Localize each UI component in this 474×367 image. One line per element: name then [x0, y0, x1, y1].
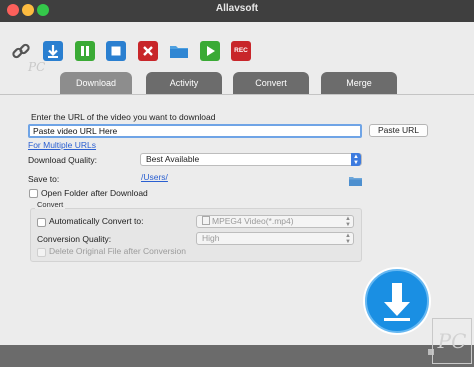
app-window: Allavsoft REC PC Download Activity Conve… — [0, 0, 474, 367]
tab-activity[interactable]: Activity — [146, 72, 222, 94]
tab-bar: Download Activity Convert Merge — [0, 72, 474, 94]
delete-original-label: Delete Original File after Conversion — [49, 246, 187, 256]
download-quality-select[interactable]: Best Available ▲ ▼ — [140, 153, 362, 166]
download-quality-label: Download Quality: — [28, 155, 97, 165]
video-file-icon — [202, 216, 210, 225]
conversion-quality-value: High — [202, 233, 220, 243]
convert-format-select[interactable]: MPEG4 Video(*.mp4) ▲ ▼ — [196, 215, 354, 228]
select-arrows-icon: ▲ ▼ — [351, 153, 361, 166]
url-input[interactable]: Paste video URL Here — [28, 124, 362, 138]
folder-icon[interactable] — [169, 41, 189, 61]
link-icon[interactable] — [11, 41, 31, 61]
title-bar: Allavsoft — [0, 0, 474, 22]
open-folder-label: Open Folder after Download — [41, 188, 148, 198]
save-to-label: Save to: — [28, 174, 60, 184]
convert-group-title: Convert — [35, 200, 66, 209]
download-icon[interactable] — [43, 41, 63, 61]
conversion-quality-select[interactable]: High ▲ ▼ — [196, 232, 354, 245]
select-arrows-icon: ▲ ▼ — [345, 233, 351, 245]
window-title: Allavsoft — [215, 3, 259, 14]
status-bar — [0, 345, 474, 367]
convert-format-value: MPEG4 Video(*.mp4) — [212, 216, 294, 226]
conversion-quality-label: Conversion Quality: — [37, 234, 112, 244]
save-to-path-link[interactable]: /Users/ — [141, 172, 168, 182]
paste-url-button[interactable]: Paste URL — [369, 124, 428, 137]
stop-icon[interactable] — [106, 41, 126, 61]
auto-convert-label: Automatically Convert to: — [49, 216, 144, 226]
toolbar: REC PC — [0, 22, 474, 74]
auto-convert-checkbox[interactable] — [37, 218, 46, 227]
download-quality-value: Best Available — [146, 154, 200, 164]
play-icon[interactable] — [200, 41, 220, 61]
watermark-logo: PC — [432, 318, 472, 364]
start-download-button[interactable] — [362, 266, 432, 336]
tab-merge[interactable]: Merge — [321, 72, 397, 94]
browse-folder-icon[interactable] — [349, 173, 362, 186]
record-icon[interactable]: REC — [231, 41, 251, 61]
tab-convert[interactable]: Convert — [233, 72, 309, 94]
delete-icon[interactable] — [138, 41, 158, 61]
url-prompt-label: Enter the URL of the video you want to d… — [31, 112, 216, 122]
pause-icon[interactable] — [75, 41, 95, 61]
delete-original-checkbox[interactable] — [37, 248, 46, 257]
select-arrows-icon: ▲ ▼ — [345, 216, 351, 228]
open-folder-checkbox[interactable] — [29, 189, 38, 198]
tab-download[interactable]: Download — [60, 72, 132, 94]
multiple-urls-link[interactable]: For Multiple URLs — [28, 140, 96, 150]
